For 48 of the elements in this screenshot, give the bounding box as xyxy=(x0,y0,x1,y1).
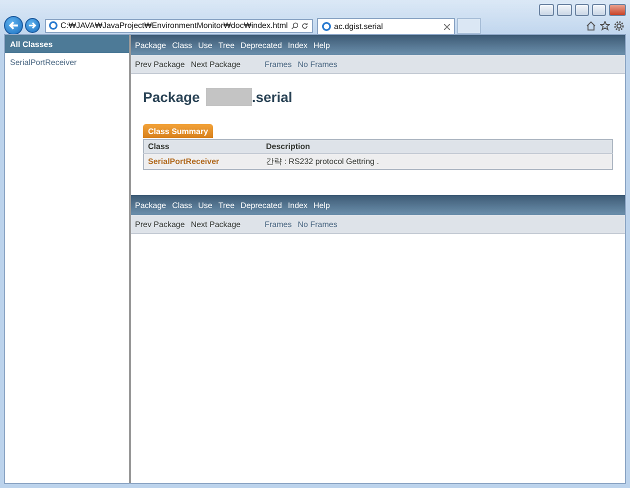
nav-link[interactable]: Next Package xyxy=(190,220,241,228)
home-icon[interactable] xyxy=(586,20,596,30)
nav-link[interactable]: Package xyxy=(135,200,166,210)
nav-link[interactable]: No Frames xyxy=(298,60,338,68)
nav-link[interactable]: No Frames xyxy=(298,220,338,228)
minimize-button[interactable] xyxy=(575,4,589,16)
nav-link[interactable]: Class xyxy=(172,200,192,210)
search-icon[interactable] xyxy=(290,22,298,30)
maximize-button[interactable] xyxy=(592,4,606,16)
nav-link[interactable]: Index xyxy=(288,200,308,210)
nav-link[interactable]: Help xyxy=(313,40,330,50)
nav-link[interactable]: Help xyxy=(313,200,330,210)
nav-link[interactable]: Deprecated xyxy=(240,40,282,50)
arrow-right-icon xyxy=(28,21,37,30)
nav-link[interactable]: Tree xyxy=(218,200,235,210)
redaction-block xyxy=(206,88,252,106)
star-icon[interactable] xyxy=(600,20,610,30)
nav-link[interactable]: Use xyxy=(198,200,212,210)
nav-link[interactable]: Index xyxy=(288,40,308,50)
nav-link[interactable]: Frames xyxy=(264,220,292,228)
refresh-icon[interactable] xyxy=(301,22,309,30)
column-header: Description xyxy=(262,140,612,154)
page-icon xyxy=(322,22,331,31)
back-button[interactable] xyxy=(4,16,23,35)
address-field[interactable]: C:₩JAVA₩JavaProject₩EnvironmentMonitor₩doc₩index.html xyxy=(45,18,313,32)
column-header: Class xyxy=(144,140,262,154)
close-icon[interactable] xyxy=(444,24,450,30)
settings-icon[interactable] xyxy=(614,20,624,30)
nav-link[interactable]: Package xyxy=(135,40,166,50)
serial-port-receiver-link[interactable]: SerialPortReceiver xyxy=(10,58,77,67)
nav-link[interactable]: Prev Package xyxy=(135,220,185,228)
nav-link[interactable]: Frames xyxy=(264,60,292,68)
package-title: .serial xyxy=(252,89,292,105)
table-cell: 간략 : RS232 protocol Gettring . xyxy=(262,154,612,170)
nav-link[interactable]: Tree xyxy=(218,40,235,50)
arrow-left-icon xyxy=(8,20,19,31)
forward-button[interactable] xyxy=(25,18,40,33)
window-option-button[interactable] xyxy=(557,4,572,16)
page-icon xyxy=(49,21,58,30)
nav-link[interactable]: Next Package xyxy=(190,60,241,68)
nav-link[interactable]: Use xyxy=(198,40,212,50)
package-title: Package xyxy=(143,89,200,105)
frame-heading: All Classes xyxy=(5,35,129,53)
browser-tab[interactable]: ac.dgist.serial xyxy=(317,18,455,34)
nav-link[interactable]: Deprecated xyxy=(240,200,282,210)
window-option-button[interactable] xyxy=(539,4,554,16)
nav-link[interactable]: Class xyxy=(172,40,192,50)
nav-link[interactable]: Prev Package xyxy=(135,60,185,68)
